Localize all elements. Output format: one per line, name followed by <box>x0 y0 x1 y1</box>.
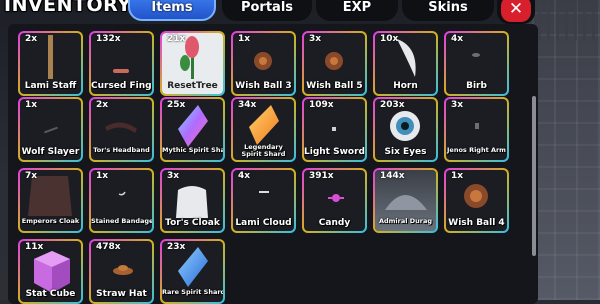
item-slot-mythic-spirit-shard[interactable]: 25x Mythic Spirit Shard <box>160 97 225 162</box>
item-label: Stained Bandage <box>91 217 154 225</box>
item-slot-wolf-slayer[interactable]: 1x Wolf Slayer <box>18 97 83 162</box>
item-slot-six-eyes[interactable]: 203x Six Eyes <box>373 97 438 162</box>
item-label: ResetTree <box>167 81 218 91</box>
item-label: Admiral Durag <box>378 217 433 225</box>
tab-exp-label: EXP <box>342 0 372 15</box>
item-slot-candy[interactable]: 391x Candy <box>302 168 367 233</box>
tab-skins[interactable]: Skins <box>402 0 494 21</box>
item-count: 11x <box>25 242 44 252</box>
item-label: Wolf Slayer <box>21 147 80 157</box>
item-slot-rare-spirit-shard[interactable]: 23x Rare Spirit Shard <box>160 239 225 304</box>
item-label: Light Sword <box>304 147 365 157</box>
item-count: 2x <box>25 34 38 44</box>
item-label: Mythic Spirit Shard <box>162 146 225 154</box>
item-count: 391x <box>309 171 334 181</box>
item-count: 23x <box>167 242 186 252</box>
item-count: 4x <box>451 34 464 44</box>
tab-items-label: Items <box>151 0 193 15</box>
item-count: 7x <box>25 171 38 181</box>
item-slot-horn[interactable]: 10x Horn <box>373 31 438 96</box>
item-label: Candy <box>318 218 351 228</box>
tab-portals-label: Portals <box>240 0 294 15</box>
item-count: 25x <box>167 100 186 110</box>
item-slot-reset-tree[interactable]: 21x ResetTree <box>160 31 225 96</box>
item-count: 10x <box>380 34 399 44</box>
item-label: Tor's Headband <box>93 146 150 154</box>
tab-items[interactable]: Items <box>128 0 216 21</box>
game-fence <box>538 0 600 40</box>
item-count: 478x <box>96 242 121 252</box>
item-slot-tors-headband[interactable]: 2x Tor's Headband <box>89 97 154 162</box>
item-label: Tor's Cloak <box>165 218 220 228</box>
item-count: 1x <box>451 171 464 181</box>
item-slot-birb[interactable]: 4x Birb <box>444 31 509 96</box>
item-slot-jenos-right-arm[interactable]: 3x Jenos Right Arm <box>444 97 509 162</box>
item-slot-lami-staff[interactable]: 2x Lami Staff <box>18 31 83 96</box>
item-label: Birb <box>466 81 487 91</box>
inventory-scrollbar[interactable] <box>532 96 536 256</box>
item-label: Wish Ball 4 <box>448 218 505 228</box>
item-label: Legendary Spirit Shard <box>241 143 286 158</box>
item-label: Lami Staff <box>24 81 77 91</box>
item-count: 34x <box>238 100 257 110</box>
item-label: Jenos Right Arm <box>447 146 506 154</box>
item-label: Wish Ball 3 <box>235 81 292 91</box>
item-label: Horn <box>393 81 418 91</box>
item-count: 1x <box>238 34 251 44</box>
item-label: Lami Cloud <box>235 218 292 228</box>
item-slot-straw-hat[interactable]: 478x Straw Hat <box>89 239 154 304</box>
item-label: Stat Cube <box>25 289 76 299</box>
item-label: Cursed Finger <box>91 81 152 91</box>
item-count: 1x <box>96 171 109 181</box>
item-slot-light-sword[interactable]: 109x Light Sword <box>302 97 367 162</box>
item-count: 132x <box>96 34 121 44</box>
close-icon: ✕ <box>501 0 531 22</box>
tab-skins-label: Skins <box>428 0 468 15</box>
item-label: Wish Ball 5 <box>306 81 363 91</box>
item-count: 4x <box>238 171 251 181</box>
tab-portals[interactable]: Portals <box>222 0 312 21</box>
item-label: Six Eyes <box>384 147 427 157</box>
item-slot-stat-cube[interactable]: 11x Stat Cube <box>18 239 83 304</box>
close-button[interactable]: ✕ <box>497 0 535 24</box>
item-count: 1x <box>25 100 38 110</box>
item-count: 3x <box>167 171 180 181</box>
item-count: 109x <box>309 100 334 110</box>
item-count: 3x <box>309 34 322 44</box>
item-label: Straw Hat <box>96 289 147 299</box>
item-slot-tors-cloak[interactable]: 3x Tor's Cloak <box>160 168 225 233</box>
inventory-title: INVENTORY <box>4 0 132 16</box>
tab-exp[interactable]: EXP <box>316 0 398 21</box>
item-slot-wish-ball-4[interactable]: 1x Wish Ball 4 <box>444 168 509 233</box>
item-slot-legendary-spirit-shard[interactable]: 34x Legendary Spirit Shard <box>231 97 296 162</box>
item-slot-cursed-finger[interactable]: 132x Cursed Finger <box>89 31 154 96</box>
item-count: 203x <box>380 100 405 110</box>
item-count: 144x <box>380 171 405 181</box>
item-count: 3x <box>451 100 464 110</box>
item-slot-wish-ball-3[interactable]: 1x Wish Ball 3 <box>231 31 296 96</box>
item-count: 21x <box>167 34 186 44</box>
item-slot-stained-bandage[interactable]: 1x Stained Bandage <box>89 168 154 233</box>
item-slot-admiral-durag[interactable]: 144x Admiral Durag <box>373 168 438 233</box>
item-count: 2x <box>96 100 109 110</box>
item-label: Rare Spirit Shard <box>162 288 225 296</box>
item-slot-lami-cloud[interactable]: 4x Lami Cloud <box>231 168 296 233</box>
item-slot-emperors-cloak[interactable]: 7x Emperors Cloak <box>18 168 83 233</box>
item-label: Emperors Cloak <box>21 217 80 225</box>
item-slot-wish-ball-5[interactable]: 3x Wish Ball 5 <box>302 31 367 96</box>
